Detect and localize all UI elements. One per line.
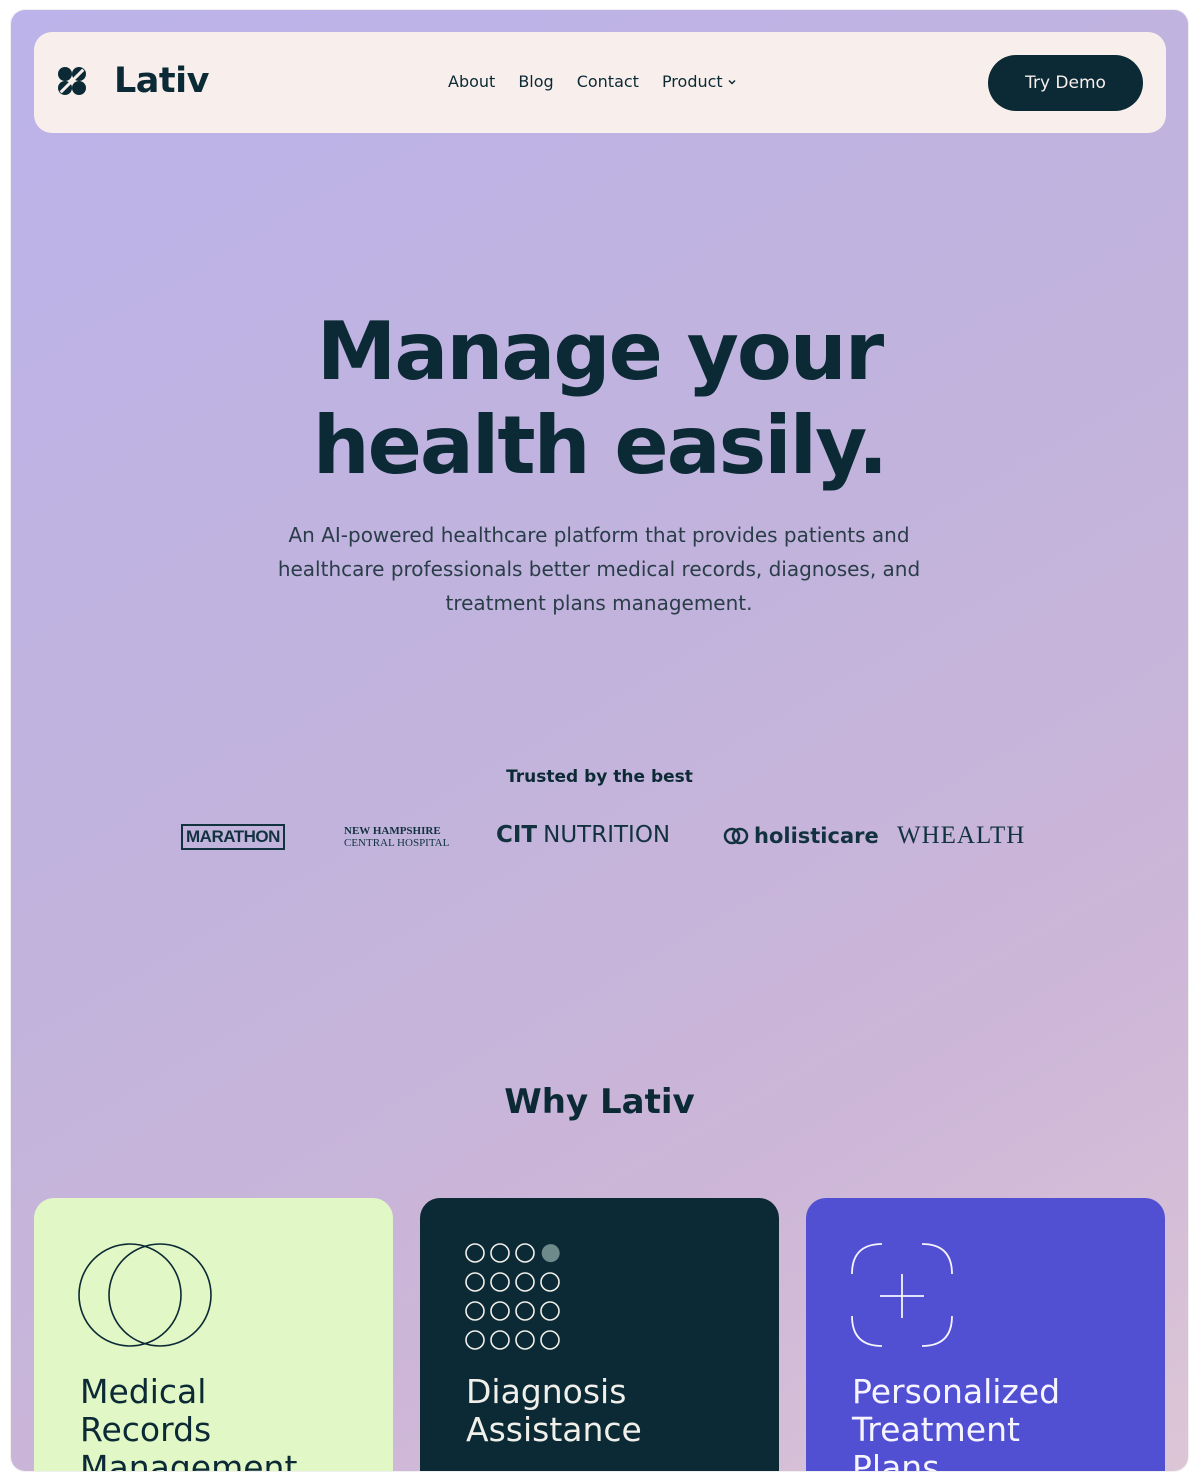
dot-grid-icon <box>465 1243 560 1350</box>
logo-new-hampshire-hospital: NEW HAMPSHIRE CENTRAL HOSPITAL <box>344 825 449 849</box>
hero-subtitle: An AI-powered healthcare platform that p… <box>249 518 949 620</box>
nav-link-blog[interactable]: Blog <box>518 72 553 91</box>
holisticare-text: holisticare <box>754 824 879 848</box>
grid-dot <box>490 1330 510 1350</box>
grid-dot <box>490 1243 510 1263</box>
cit-rest: NUTRITION <box>543 822 671 848</box>
card-title-line: Treatment <box>852 1410 1020 1449</box>
top-navbar: Lativ About Blog Contact Product Try Dem… <box>34 32 1166 133</box>
nh-line1: NEW HAMPSHIRE <box>344 825 441 837</box>
feature-card-medical-records[interactable]: Medical Records Management <box>34 1198 393 1471</box>
hero-subtitle-line3: treatment plans management. <box>445 591 753 615</box>
grid-dot <box>540 1301 560 1321</box>
nav-link-product[interactable]: Product <box>662 72 737 91</box>
brand-name: Lativ <box>114 61 209 101</box>
logo-whealth: WHEALTH <box>897 822 1026 849</box>
grid-dot <box>465 1272 485 1292</box>
feature-card-diagnosis[interactable]: Diagnosis Assistance <box>420 1198 779 1471</box>
nav-links: About Blog Contact Product <box>448 72 737 91</box>
overlapping-circles-icon <box>78 1243 212 1347</box>
hero-subtitle-line1: An AI-powered healthcare platform that p… <box>288 523 910 547</box>
nav-link-about[interactable]: About <box>448 72 495 91</box>
hero-title-line2: health easily. <box>312 399 889 492</box>
card-title-line: Diagnosis <box>466 1372 627 1411</box>
nh-line2: CENTRAL HOSPITAL <box>344 837 450 849</box>
lativ-logo-icon <box>58 67 86 95</box>
hero-subtitle-line2: healthcare professionals better medical … <box>277 557 921 581</box>
card-title-line: Management <box>80 1448 298 1472</box>
hero-title-line1: Manage your <box>316 305 884 398</box>
brand-logo[interactable]: Lativ <box>56 61 209 101</box>
feature-card-title: Medical Records Management <box>80 1372 380 1472</box>
logo-marathon: MARATHON <box>181 824 285 850</box>
grid-dot <box>490 1272 510 1292</box>
card-title-line: Medical <box>80 1372 207 1411</box>
nav-link-product-label: Product <box>661 72 723 91</box>
trusted-label: Trusted by the best <box>506 767 693 787</box>
grid-dot <box>540 1272 560 1292</box>
logo-holisticare: holisticare <box>722 824 879 848</box>
why-lativ-title: Why Lativ <box>504 1082 695 1122</box>
grid-dot <box>541 1244 560 1263</box>
grid-dot <box>465 1301 485 1321</box>
card-title-line: Assistance <box>466 1410 642 1449</box>
cit-bold: CIT <box>496 822 538 848</box>
feature-card-treatment-plans[interactable]: Personalized Treatment Plans <box>806 1198 1165 1471</box>
focus-plus-icon <box>851 1243 953 1347</box>
card-title-line: Records <box>80 1410 212 1449</box>
hero-title: Manage your health easily. <box>11 305 1188 493</box>
feature-card-title: Diagnosis Assistance <box>466 1373 766 1449</box>
logo-cit-nutrition: CIT NUTRITION <box>496 822 670 848</box>
grid-dot <box>465 1330 485 1350</box>
grid-dot <box>515 1330 535 1350</box>
grid-dot <box>515 1243 535 1263</box>
grid-dot <box>515 1272 535 1292</box>
grid-dot <box>490 1301 510 1321</box>
card-title-line: Plans <box>852 1448 940 1472</box>
grid-dot <box>465 1243 485 1263</box>
feature-card-title: Personalized Treatment Plans <box>852 1372 1152 1472</box>
grid-dot <box>540 1330 560 1350</box>
card-title-line: Personalized <box>852 1372 1061 1411</box>
page-frame: Lativ About Blog Contact Product Try Dem… <box>11 10 1188 1471</box>
holisticare-icon <box>723 827 749 845</box>
try-demo-button[interactable]: Try Demo <box>988 55 1143 111</box>
nav-link-contact[interactable]: Contact <box>577 72 639 91</box>
grid-dot <box>515 1301 535 1321</box>
chevron-down-icon <box>728 79 736 85</box>
